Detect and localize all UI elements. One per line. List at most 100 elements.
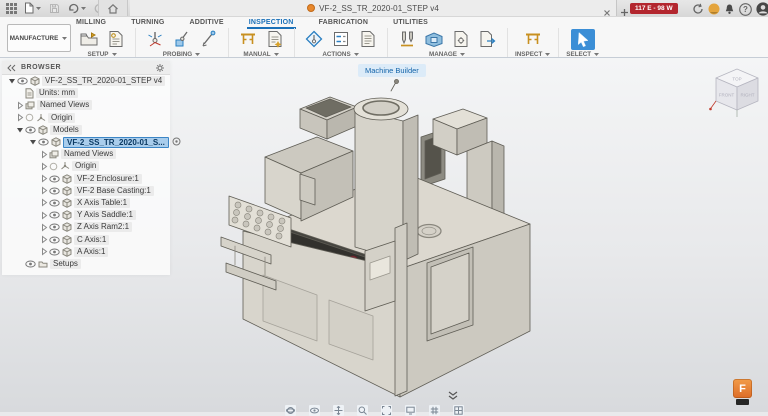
file-menu-button[interactable] (24, 2, 42, 14)
eye-icon[interactable] (49, 175, 60, 183)
tree-item[interactable]: VF-2_SS_TR_2020-01_S... (2, 136, 170, 148)
tree-item[interactable]: Named Views (2, 99, 170, 111)
visibility-icon[interactable] (25, 113, 34, 122)
component-icon (38, 125, 48, 135)
view-cube[interactable]: TOP FRONT RIGHT (706, 61, 768, 136)
component-icon (62, 174, 72, 184)
gcode-compare-button[interactable] (329, 29, 353, 50)
collapse-panel-icon[interactable] (7, 64, 16, 72)
visibility-icon[interactable] (49, 162, 58, 171)
probe-wcs-button[interactable] (143, 29, 167, 50)
apps-grid-button[interactable] (6, 3, 17, 14)
tri-open-icon[interactable] (16, 126, 24, 134)
ground-icon[interactable] (172, 137, 181, 146)
component-icon (62, 222, 72, 232)
probe-shield-button[interactable] (302, 29, 326, 50)
tool-library-button[interactable] (395, 29, 419, 50)
eye-icon[interactable] (49, 211, 60, 219)
grid-settings-button[interactable] (429, 405, 440, 416)
orbit-button[interactable] (285, 405, 296, 416)
tri-closed-icon[interactable] (40, 162, 48, 171)
workspace-label: MANUFACTURE (10, 35, 59, 42)
tri-closed-icon[interactable] (40, 198, 48, 207)
tri-closed-icon[interactable] (40, 247, 48, 256)
eye-icon[interactable] (49, 248, 60, 256)
tri-closed-icon[interactable] (40, 150, 48, 159)
post-doc-button[interactable] (449, 29, 473, 50)
tri-open-icon[interactable] (29, 138, 37, 146)
pan-button[interactable] (333, 405, 344, 416)
component-icon (62, 235, 72, 245)
eye-icon[interactable] (25, 260, 36, 268)
ribbon-group-setup: SETUP (70, 28, 136, 58)
inspect-caliper-button[interactable] (236, 29, 260, 50)
document-tab[interactable]: VF-2_SS_TR_2020-01_STEP v4 (130, 0, 617, 16)
tree-item-label: VF-2_SS_TR_2020-01_S... (63, 137, 169, 148)
presence-button[interactable] (708, 3, 720, 15)
eye-icon[interactable] (25, 126, 36, 134)
fit-button[interactable] (381, 405, 392, 416)
named-views-icon (49, 150, 59, 159)
report-doc-button[interactable] (263, 29, 287, 50)
export-doc-button[interactable] (476, 29, 500, 50)
eye-icon[interactable] (17, 77, 28, 85)
probe-geometry-button[interactable] (170, 29, 194, 50)
sync-button[interactable] (692, 3, 704, 15)
viewports-button[interactable] (453, 405, 464, 416)
viewport-canvas[interactable]: Machine Builder TOP FRONT RIGHT BROWSER … (0, 57, 768, 412)
tree-item[interactable]: Y Axis Saddle:1 (2, 209, 170, 221)
eye-icon[interactable] (38, 138, 49, 146)
job-status-badge[interactable]: 117 E - 98 W (630, 3, 678, 14)
machine-library-button[interactable] (422, 29, 446, 50)
tree-item[interactable]: C Axis:1 (2, 233, 170, 245)
tree-item[interactable]: Setups (2, 258, 170, 270)
look-at-button[interactable] (309, 405, 320, 416)
workspace-selector-button[interactable]: MANUFACTURE (7, 24, 71, 52)
tri-closed-icon[interactable] (40, 186, 48, 195)
ribbon-groups: SETUPPROBINGMANUALACTIONSMANAGEINSPECTSE… (70, 28, 607, 58)
folder-icon (38, 260, 48, 268)
tri-closed-icon[interactable] (40, 235, 48, 244)
eye-icon[interactable] (49, 199, 60, 207)
tree-item[interactable]: X Axis Table:1 (2, 197, 170, 209)
gcode-doc-button[interactable] (104, 29, 128, 50)
tree-item[interactable]: Named Views (2, 148, 170, 160)
results-doc-button[interactable] (356, 29, 380, 50)
tri-closed-icon[interactable] (40, 223, 48, 232)
eye-icon[interactable] (49, 223, 60, 231)
tree-item[interactable]: Origin (2, 160, 170, 172)
tri-closed-icon[interactable] (16, 113, 24, 122)
collapse-navbar-chevron-icon[interactable] (446, 387, 460, 405)
tree-item[interactable]: Units: mm (2, 87, 170, 99)
save-button[interactable] (49, 3, 60, 14)
cnc-machine-3d-model[interactable] (205, 79, 537, 410)
select-cursor-button[interactable] (571, 29, 595, 50)
home-tab[interactable] (98, 0, 128, 16)
undo-button[interactable] (67, 3, 87, 14)
display-settings-button[interactable] (405, 405, 416, 416)
setup-folder-button[interactable] (77, 29, 101, 50)
machine-library-icon (424, 31, 444, 48)
tree-item[interactable]: VF-2 Base Casting:1 (2, 185, 170, 197)
tri-closed-icon[interactable] (16, 101, 24, 110)
tree-item[interactable]: VF-2 Enclosure:1 (2, 173, 170, 185)
tree-item[interactable]: Origin (2, 112, 170, 124)
tri-closed-icon[interactable] (40, 211, 48, 220)
machine-builder-chip[interactable]: Machine Builder (358, 64, 426, 77)
notifications-button[interactable] (724, 3, 735, 15)
help-button[interactable]: ? (739, 3, 752, 16)
account-button[interactable] (756, 2, 768, 16)
tree-item[interactable]: A Axis:1 (2, 246, 170, 258)
measure-caliper-button[interactable] (521, 29, 545, 50)
eye-icon[interactable] (49, 187, 60, 195)
tree-item[interactable]: Z Axis Ram2:1 (2, 221, 170, 233)
tri-open-icon[interactable] (8, 77, 16, 85)
tree-item[interactable]: VF-2_SS_TR_2020-01_STEP v4 (2, 75, 170, 87)
gear-icon[interactable] (155, 63, 165, 73)
tree-item[interactable]: Models (2, 124, 170, 136)
manual-probe-button[interactable] (197, 29, 221, 50)
tri-closed-icon[interactable] (40, 174, 48, 183)
svg-text:?: ? (743, 5, 748, 14)
zoom-button[interactable] (357, 405, 368, 416)
eye-icon[interactable] (49, 236, 60, 244)
